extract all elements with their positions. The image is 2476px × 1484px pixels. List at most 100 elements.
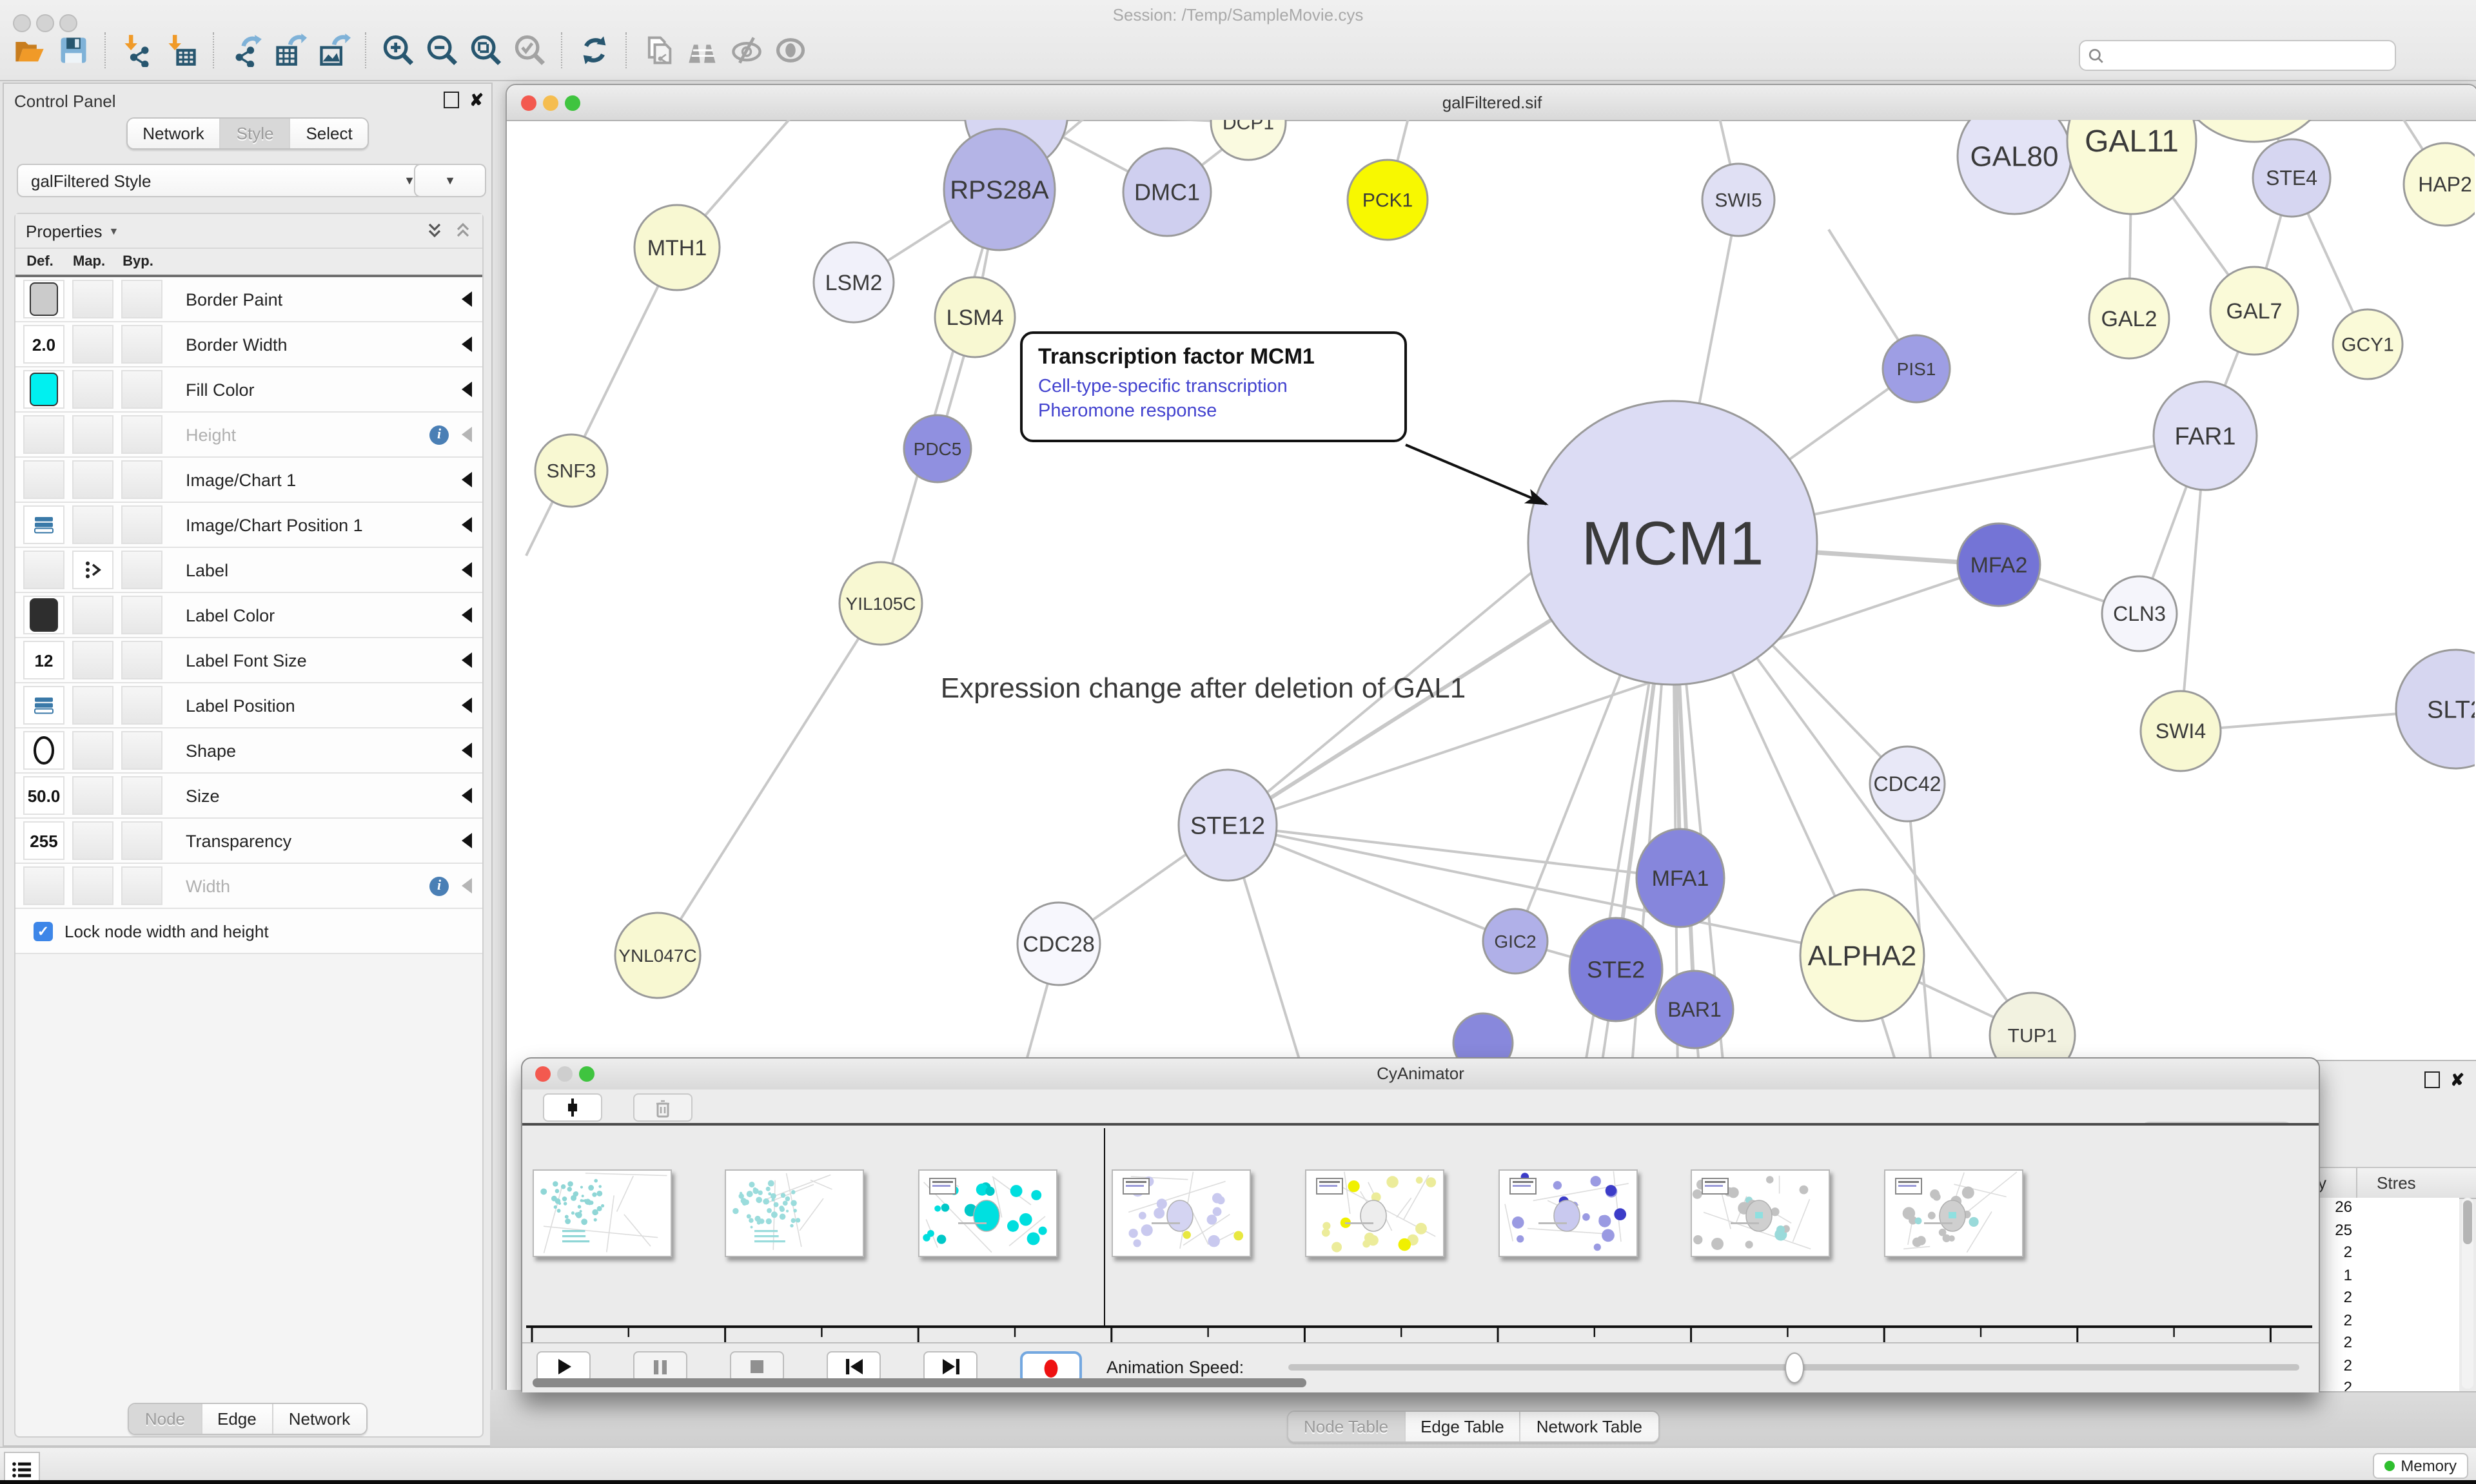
node-swi5[interactable]: SWI5 — [1702, 164, 1774, 236]
mapping-cell[interactable] — [72, 596, 113, 634]
node-snf3[interactable]: SNF3 — [535, 434, 607, 507]
mapping-cell[interactable] — [72, 415, 113, 454]
node-pdc5[interactable]: PDC5 — [904, 415, 971, 482]
node-dcp1[interactable]: DCP1 — [1211, 120, 1286, 160]
import-network-icon[interactable] — [119, 31, 157, 70]
keyframe-thumbnail-0s[interactable] — [532, 1169, 671, 1257]
node-mfa2[interactable]: MFA2 — [1958, 523, 2040, 606]
keyframe-thumbnail-3s[interactable] — [1112, 1169, 1251, 1257]
expand-property-icon[interactable] — [462, 291, 472, 307]
panel-tab-edge[interactable]: Edge — [202, 1404, 273, 1434]
keyframe-thumbnail-7s[interactable] — [1884, 1169, 2023, 1257]
node-gic2[interactable]: GIC2 — [1483, 909, 1548, 973]
expand-property-icon[interactable] — [462, 607, 472, 623]
color-swatch[interactable] — [30, 282, 58, 316]
table-cell-value[interactable]: 2 — [2297, 1311, 2459, 1333]
node-yil105c[interactable]: YIL105C — [840, 562, 922, 645]
close-panel-icon[interactable]: ✘ — [2450, 1073, 2464, 1087]
bypass-cell[interactable] — [121, 731, 162, 770]
default-cell[interactable]: 2.0 — [23, 325, 64, 364]
mapping-cell[interactable] — [72, 686, 113, 725]
expand-property-icon[interactable] — [462, 878, 472, 893]
tab-select[interactable]: Select — [290, 119, 368, 148]
skip-start-button[interactable] — [827, 1351, 881, 1382]
stop-button[interactable] — [730, 1351, 784, 1382]
table-cell-value[interactable]: 2 — [2297, 1243, 2459, 1265]
table-cell-value[interactable]: 2 — [2297, 1333, 2459, 1356]
default-cell[interactable] — [23, 280, 64, 318]
network-window-titlebar[interactable]: galFiltered.sif — [507, 85, 2476, 121]
mapping-cell[interactable] — [72, 280, 113, 318]
float-panel-icon[interactable] — [444, 92, 459, 108]
bypass-cell[interactable] — [121, 551, 162, 589]
search-box[interactable] — [2079, 40, 2396, 71]
expand-property-icon[interactable] — [462, 337, 472, 352]
node-cln3[interactable]: CLN3 — [2102, 576, 2177, 651]
bypass-cell[interactable] — [121, 415, 162, 454]
default-cell[interactable] — [23, 686, 64, 725]
table-cell-value[interactable]: 26 — [2297, 1198, 2459, 1220]
node-ynl047c[interactable]: YNL047C — [615, 913, 700, 998]
tab-style[interactable]: Style — [221, 119, 291, 148]
node-gal80[interactable]: GAL80 — [1958, 120, 2071, 214]
table-scrollbar[interactable] — [2462, 1198, 2473, 1389]
default-cell[interactable]: 12 — [23, 641, 64, 679]
add-frame-button[interactable] — [543, 1093, 602, 1122]
animation-timeline[interactable]: 0123456789Seconds — [522, 1126, 2319, 1342]
show-panels-button[interactable] — [4, 1452, 40, 1484]
node-mcm1[interactable]: MCM1 — [1528, 401, 1817, 685]
node-ste12[interactable]: STE12 — [1179, 770, 1277, 881]
node-mfa1[interactable]: MFA1 — [1636, 829, 1724, 927]
keyframe-thumbnail-2s[interactable] — [918, 1169, 1057, 1257]
default-cell[interactable]: 255 — [23, 821, 64, 860]
node-slt2[interactable]: SLT2 — [2396, 650, 2475, 768]
mapping-cell[interactable] — [72, 731, 113, 770]
zoom-selected-icon[interactable] — [511, 31, 549, 70]
play-button[interactable] — [536, 1351, 591, 1382]
show-all-icon[interactable] — [771, 31, 810, 70]
table-cell-value[interactable]: 25 — [2297, 1220, 2459, 1243]
node-cdc28[interactable]: CDC28 — [1017, 903, 1100, 985]
keyframe-thumbnail-4s[interactable] — [1304, 1169, 1444, 1257]
import-table-icon[interactable] — [162, 31, 201, 70]
delete-frame-button[interactable] — [633, 1093, 693, 1122]
info-icon[interactable]: i — [429, 425, 449, 444]
mapping-cell[interactable] — [72, 776, 113, 815]
timeline-scrollbar[interactable] — [533, 1378, 1306, 1387]
expand-property-icon[interactable] — [462, 427, 472, 442]
node-tup1[interactable]: TUP1 — [1990, 993, 2075, 1061]
export-image-icon[interactable] — [315, 31, 353, 70]
mapping-cell[interactable] — [72, 866, 113, 905]
panel-tab-node[interactable]: Node — [130, 1404, 202, 1434]
expand-all-icon[interactable] — [426, 222, 444, 240]
bypass-cell[interactable] — [121, 280, 162, 318]
open-session-icon[interactable] — [10, 31, 49, 70]
bypass-cell[interactable] — [121, 596, 162, 634]
default-cell[interactable] — [23, 731, 64, 770]
duplicate-network-icon[interactable] — [640, 31, 678, 70]
bypass-cell[interactable] — [121, 776, 162, 815]
panel-tab-network[interactable]: Network — [273, 1404, 366, 1434]
mapping-cell[interactable] — [72, 325, 113, 364]
bypass-cell[interactable] — [121, 460, 162, 499]
speed-slider-thumb[interactable] — [1785, 1352, 1804, 1383]
table-cell-value[interactable]: 2 — [2297, 1288, 2459, 1311]
keyframe-thumbnail-1s[interactable] — [725, 1169, 865, 1257]
mapping-cell[interactable] — [72, 460, 113, 499]
default-cell[interactable] — [23, 596, 64, 634]
annotation-box[interactable]: Transcription factor MCM1 Cell-type-spec… — [1020, 331, 1407, 442]
node-swi4[interactable]: SWI4 — [2141, 691, 2221, 771]
expand-property-icon[interactable] — [462, 743, 472, 758]
node-mth1[interactable]: MTH1 — [634, 205, 720, 290]
table-cell-value[interactable]: 2 — [2297, 1378, 2459, 1391]
zoom-in-icon[interactable] — [379, 31, 418, 70]
table-tab-edge-table[interactable]: Edge Table — [1405, 1412, 1521, 1441]
bypass-cell[interactable] — [121, 686, 162, 725]
search-input[interactable] — [2111, 45, 2387, 66]
node-lsm4[interactable]: LSM4 — [935, 277, 1015, 357]
default-value[interactable]: 255 — [30, 831, 57, 850]
expand-property-icon[interactable] — [462, 472, 472, 487]
expand-property-icon[interactable] — [462, 788, 472, 803]
tab-network[interactable]: Network — [127, 119, 221, 148]
animation-speed-slider[interactable] — [1288, 1364, 2299, 1371]
